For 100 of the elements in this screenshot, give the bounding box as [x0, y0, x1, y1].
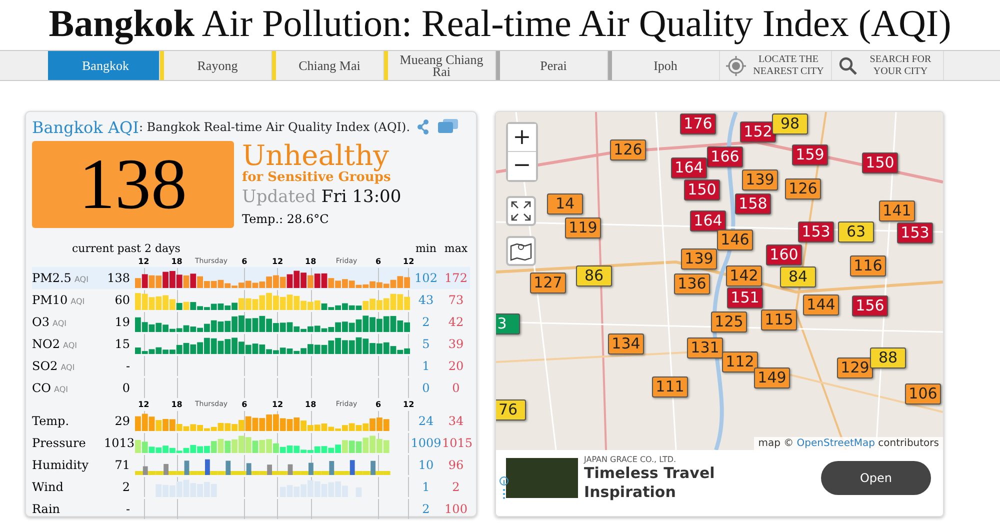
row-label: SO2 AQI	[32, 359, 76, 373]
aqi-marker[interactable]: 139	[681, 248, 717, 270]
aqi-marker[interactable]: 134	[608, 334, 644, 354]
map-attribution: map © OpenStreetMap contributors	[754, 437, 943, 450]
max-value: 20	[447, 359, 465, 373]
aqi-marker[interactable]: 125	[711, 312, 747, 332]
pollutant-row[interactable]: CO AQI 0 0 0	[32, 377, 470, 399]
aqi-marker[interactable]: 136	[674, 274, 710, 294]
pollutant-row[interactable]: PM2.5 AQI 138 102 172	[32, 267, 470, 289]
current-value: 15	[114, 337, 131, 351]
pollutant-row[interactable]: Temp. 29 24 34	[32, 410, 470, 432]
aqi-marker[interactable]: 150	[684, 180, 720, 200]
min-value: 1	[421, 359, 431, 373]
aqi-marker[interactable]: 14	[547, 194, 583, 214]
current-value: 138	[106, 271, 131, 285]
aqi-marker[interactable]: 127	[530, 272, 566, 294]
pollutant-row[interactable]: Rain - 2 100	[32, 498, 470, 520]
aqi-marker[interactable]: 150	[862, 152, 898, 174]
aqi-marker[interactable]: 151	[727, 288, 763, 308]
min-value: 102	[414, 271, 438, 285]
pollutant-row[interactable]: NO2 AQI 15 5 39	[32, 333, 470, 355]
row-label: Humidity	[32, 458, 90, 472]
aqi-marker[interactable]: 98	[772, 114, 808, 134]
axis-label: 6	[242, 256, 248, 267]
city-tab[interactable]: Ipoh	[608, 51, 720, 80]
aqi-marker[interactable]: 112	[722, 352, 758, 372]
aqi-marker[interactable]: 166	[707, 146, 743, 168]
aqi-marker[interactable]: 126	[610, 140, 646, 160]
aqi-marker[interactable]: 158	[735, 194, 771, 214]
aqi-marker[interactable]: 3	[496, 314, 520, 334]
city-tab[interactable]: Bangkok	[48, 51, 160, 80]
max-value: 34	[447, 414, 465, 428]
aqi-marker[interactable]: 116	[850, 256, 886, 276]
aqi-marker[interactable]: 160	[766, 244, 802, 266]
max-value: 73	[447, 293, 465, 307]
aqi-marker[interactable]: 111	[652, 376, 688, 398]
aqi-marker[interactable]: 139	[742, 170, 778, 190]
city-tab[interactable]: Mueang Chiang Rai	[384, 51, 496, 80]
pollutant-row[interactable]: Pressure 1013 1009 1015	[32, 432, 470, 454]
aqi-marker[interactable]: 141	[879, 200, 915, 222]
windows-icon[interactable]	[438, 119, 458, 133]
max-value: 96	[447, 458, 465, 472]
row-label: Pressure	[32, 436, 87, 450]
aqi-status-detail: for Sensitive Groups	[242, 171, 392, 185]
max-value: 100	[444, 502, 468, 516]
aqi-marker[interactable]: 63	[838, 222, 874, 242]
city-tab[interactable]: Chiang Mai	[272, 51, 384, 80]
column-header: min	[414, 242, 438, 256]
city-tab[interactable]: Perai	[496, 51, 608, 80]
axis-label: 18	[305, 399, 316, 410]
axis-label: 6	[375, 399, 382, 410]
row-label: CO AQI	[32, 381, 70, 395]
current-value: -	[124, 359, 131, 373]
fullscreen-button[interactable]	[506, 196, 536, 226]
aqi-marker[interactable]: 149	[754, 368, 790, 388]
pollutant-row[interactable]: Wind 2 1 2	[32, 476, 470, 498]
pollutant-row[interactable]: SO2 AQI - 1 20	[32, 355, 470, 377]
pollutant-row[interactable]: PM10 AQI 60 43 73	[32, 289, 470, 311]
pollutant-row[interactable]: O3 AQI 19 2 42	[32, 311, 470, 333]
axis-label: 18	[171, 399, 182, 410]
pollutant-row[interactable]: Humidity 71 10 96	[32, 454, 470, 476]
current-value: 19	[114, 315, 131, 329]
aqi-marker[interactable]: 153	[897, 222, 933, 244]
zoom-in-button[interactable]: +	[508, 124, 536, 152]
aqi-marker[interactable]: 164	[671, 158, 707, 178]
axis-label: 6	[242, 399, 248, 410]
aqi-marker[interactable]: 142	[726, 266, 762, 286]
aqi-marker[interactable]: 144	[803, 294, 839, 316]
map-layers-button[interactable]	[506, 236, 536, 266]
max-value: 42	[447, 315, 465, 329]
max-value: 1015	[442, 436, 470, 450]
panel-heading: : Bangkok Real-time Air Quality Index (AQI).	[138, 120, 410, 134]
aqi-marker[interactable]: 126	[785, 178, 821, 200]
aqi-marker[interactable]: 84	[780, 266, 816, 288]
city-tab[interactable]: Rayong	[160, 51, 272, 80]
aqi-marker[interactable]: 131	[687, 338, 723, 358]
open-button[interactable]: Open	[821, 461, 931, 495]
min-value: 10	[417, 458, 435, 472]
current-value: 71	[114, 458, 131, 472]
max-value: 172	[444, 271, 468, 285]
aqi-marker[interactable]: 129	[837, 358, 873, 378]
aqi-marker[interactable]: 115	[761, 310, 797, 330]
aqi-marker[interactable]: 153	[798, 222, 834, 242]
aqi-marker[interactable]: 159	[792, 144, 828, 166]
share-icon[interactable]	[416, 119, 430, 135]
search-icon	[838, 56, 858, 76]
info-icon[interactable]	[499, 476, 509, 500]
openstreetmap-link[interactable]: OpenStreetMap	[796, 438, 875, 449]
aqi-marker[interactable]: 86	[576, 266, 612, 286]
aqi-marker[interactable]: 88	[870, 348, 906, 368]
aqi-marker[interactable]: 146	[717, 230, 753, 250]
aqi-marker[interactable]: 156	[852, 296, 888, 316]
aqi-marker[interactable]: 164	[690, 210, 726, 232]
aqi-marker[interactable]: 106	[905, 384, 941, 404]
aqi-marker[interactable]: 152	[740, 122, 776, 142]
aqi-marker[interactable]: 119	[565, 218, 601, 238]
aqi-marker[interactable]: 76	[496, 400, 526, 420]
max-value: 0	[451, 381, 461, 395]
aqi-marker[interactable]: 176	[680, 114, 716, 134]
map-pin-icon	[510, 241, 532, 261]
